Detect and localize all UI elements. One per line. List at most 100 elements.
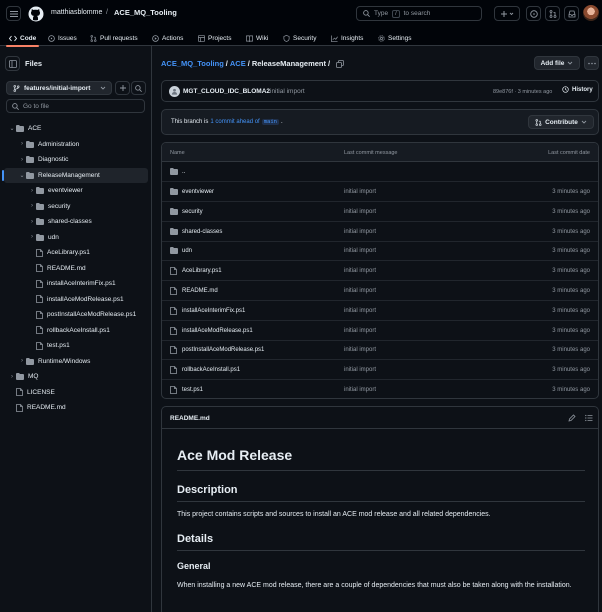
chevron-down-icon[interactable]: ⌄ bbox=[8, 125, 16, 132]
github-logo-icon[interactable] bbox=[28, 6, 44, 22]
chevron-right-icon[interactable]: › bbox=[28, 203, 36, 209]
tree-folder[interactable]: › Administration bbox=[4, 137, 148, 152]
table-row[interactable]: postInstallAceModRelease.ps1 initial impo… bbox=[162, 340, 598, 361]
tab-security[interactable]: Security bbox=[283, 32, 316, 44]
chevron-right-icon[interactable]: › bbox=[28, 234, 36, 240]
list-outline-icon[interactable] bbox=[585, 414, 593, 422]
tab-settings[interactable]: Settings bbox=[378, 32, 412, 44]
tree-file[interactable]: postInstallAceModRelease.ps1 bbox=[4, 307, 148, 322]
tree-folder[interactable]: ⌄ ReleaseManagement bbox=[2, 167, 148, 183]
commit-message[interactable]: initial import bbox=[344, 387, 376, 393]
file-name[interactable]: postInstallAceModRelease.ps1 bbox=[182, 347, 264, 353]
tab-pull-requests[interactable]: Pull requests bbox=[90, 32, 138, 44]
collapse-sidebar-button[interactable] bbox=[5, 56, 20, 71]
table-row[interactable]: security initial import 3 minutes ago bbox=[162, 202, 598, 222]
tree-folder[interactable]: ⌄ ACE bbox=[4, 121, 148, 136]
issues-button[interactable] bbox=[526, 6, 541, 21]
breadcrumb-ace[interactable]: ACE bbox=[230, 59, 246, 68]
notifications-button[interactable] bbox=[564, 6, 579, 21]
file-name[interactable]: shared-classes bbox=[182, 229, 222, 235]
tree-file[interactable]: installAceInterimFix.ps1 bbox=[4, 276, 148, 291]
commit-author[interactable]: MGT_CLOUD_IDC_BLOMA2 bbox=[183, 88, 270, 95]
tree-folder[interactable]: › shared-classes bbox=[4, 214, 148, 229]
chevron-down-icon[interactable]: ⌄ bbox=[18, 172, 26, 179]
pull-requests-button[interactable] bbox=[545, 6, 560, 21]
tab-actions[interactable]: Actions bbox=[152, 32, 183, 44]
commit-message[interactable]: initial import bbox=[344, 308, 376, 314]
tree-file[interactable]: LICENSE bbox=[4, 385, 148, 400]
tree-folder[interactable]: › Diagnostic bbox=[4, 152, 148, 167]
file-name[interactable]: eventviewer bbox=[182, 189, 214, 195]
chevron-right-icon[interactable]: › bbox=[28, 188, 36, 194]
more-options-button[interactable] bbox=[584, 56, 599, 70]
file-name[interactable]: security bbox=[182, 209, 203, 215]
tree-folder[interactable]: › MQ bbox=[4, 369, 148, 384]
go-to-file-input[interactable]: Go to file bbox=[6, 99, 145, 113]
commit-message[interactable]: initial import bbox=[344, 189, 376, 195]
repo-owner[interactable]: matthiasblomme bbox=[51, 9, 102, 16]
repo-name[interactable]: ACE_MQ_Tooling bbox=[114, 8, 177, 17]
commit-message[interactable]: initial import bbox=[344, 209, 376, 215]
chevron-right-icon[interactable]: › bbox=[18, 157, 26, 163]
tab-projects[interactable]: Projects bbox=[198, 32, 231, 44]
file-name[interactable]: README.md bbox=[182, 288, 218, 294]
table-row[interactable]: installAceModRelease.ps1 initial import 3 … bbox=[162, 321, 598, 341]
tree-folder[interactable]: › Runtime/Windows bbox=[4, 354, 148, 369]
table-row[interactable]: udn initial import 3 minutes ago bbox=[162, 241, 598, 262]
pencil-icon[interactable] bbox=[568, 414, 576, 422]
history-button[interactable]: History bbox=[562, 86, 593, 93]
tree-file[interactable]: README.md bbox=[4, 261, 148, 276]
chevron-right-icon[interactable]: › bbox=[18, 141, 26, 147]
tree-file[interactable]: installAceModRelease.ps1 bbox=[4, 292, 148, 307]
commit-message[interactable]: initial import bbox=[270, 88, 305, 95]
tree-folder[interactable]: › eventviewer bbox=[4, 183, 148, 198]
chevron-right-icon[interactable]: › bbox=[18, 358, 26, 364]
user-avatar[interactable] bbox=[583, 5, 599, 21]
tree-folder[interactable]: › security bbox=[4, 199, 148, 214]
contribute-button[interactable]: Contribute bbox=[528, 115, 594, 129]
commit-message[interactable]: initial import bbox=[344, 328, 376, 334]
tab-issues[interactable]: Issues bbox=[48, 32, 77, 44]
commit-message[interactable]: initial import bbox=[344, 367, 376, 373]
file-name[interactable]: AceLibrary.ps1 bbox=[182, 268, 222, 274]
table-row[interactable]: shared-classes initial import 3 minutes ag… bbox=[162, 222, 598, 242]
commit-message[interactable]: initial import bbox=[344, 288, 376, 294]
table-row[interactable]: test.ps1 initial import 3 minutes ago bbox=[162, 380, 598, 398]
chevron-right-icon[interactable]: › bbox=[8, 374, 16, 380]
readme-filename[interactable]: README.md bbox=[170, 415, 212, 422]
file-name[interactable]: installAceInterimFix.ps1 bbox=[182, 308, 245, 314]
file-name[interactable]: udn bbox=[182, 248, 192, 254]
chevron-right-icon[interactable]: › bbox=[28, 219, 36, 225]
commit-message[interactable]: initial import bbox=[344, 347, 376, 353]
search-input[interactable]: Type / to search bbox=[356, 6, 482, 21]
tree-folder[interactable]: › udn bbox=[4, 230, 148, 245]
table-row[interactable]: rollbackAceInstall.ps1 initial import 3 mi… bbox=[162, 360, 598, 381]
commits-ahead-link[interactable]: 1 commit ahead of bbox=[210, 119, 259, 125]
menu-button[interactable] bbox=[6, 6, 21, 21]
tab-code[interactable]: Code bbox=[5, 32, 40, 47]
tab-wiki[interactable]: Wiki bbox=[246, 32, 268, 44]
author-avatar[interactable] bbox=[169, 86, 180, 97]
file-name[interactable]: installAceModRelease.ps1 bbox=[182, 328, 253, 334]
commit-message[interactable]: initial import bbox=[344, 248, 376, 254]
branch-selector[interactable]: features/initial-import bbox=[6, 81, 112, 95]
tree-file[interactable]: rollbackAceInstall.ps1 bbox=[4, 323, 148, 338]
table-row[interactable]: AceLibrary.ps1 initial import 3 minutes ag… bbox=[162, 261, 598, 282]
file-name[interactable]: rollbackAceInstall.ps1 bbox=[182, 367, 240, 373]
commit-message[interactable]: initial import bbox=[344, 229, 376, 235]
tab-insights[interactable]: Insights bbox=[331, 32, 363, 44]
table-row[interactable]: installAceInterimFix.ps1 initial import 3 … bbox=[162, 301, 598, 321]
add-file-sidebar-button[interactable] bbox=[115, 81, 130, 95]
tree-file[interactable]: test.ps1 bbox=[4, 338, 148, 353]
parent-directory-row[interactable]: .. bbox=[162, 162, 598, 182]
copy-path-icon[interactable] bbox=[336, 59, 345, 68]
file-name[interactable]: test.ps1 bbox=[182, 387, 203, 393]
table-row[interactable]: eventviewer initial import 3 minutes ago bbox=[162, 182, 598, 202]
breadcrumb-root[interactable]: ACE_MQ_Tooling bbox=[161, 59, 224, 68]
search-files-button[interactable] bbox=[131, 81, 146, 95]
create-new-button[interactable] bbox=[494, 6, 520, 21]
tree-file[interactable]: README.md bbox=[4, 400, 148, 415]
add-file-button[interactable]: Add file bbox=[534, 56, 580, 70]
table-row[interactable]: README.md initial import 3 minutes ago bbox=[162, 281, 598, 301]
commit-message[interactable]: initial import bbox=[344, 268, 376, 274]
